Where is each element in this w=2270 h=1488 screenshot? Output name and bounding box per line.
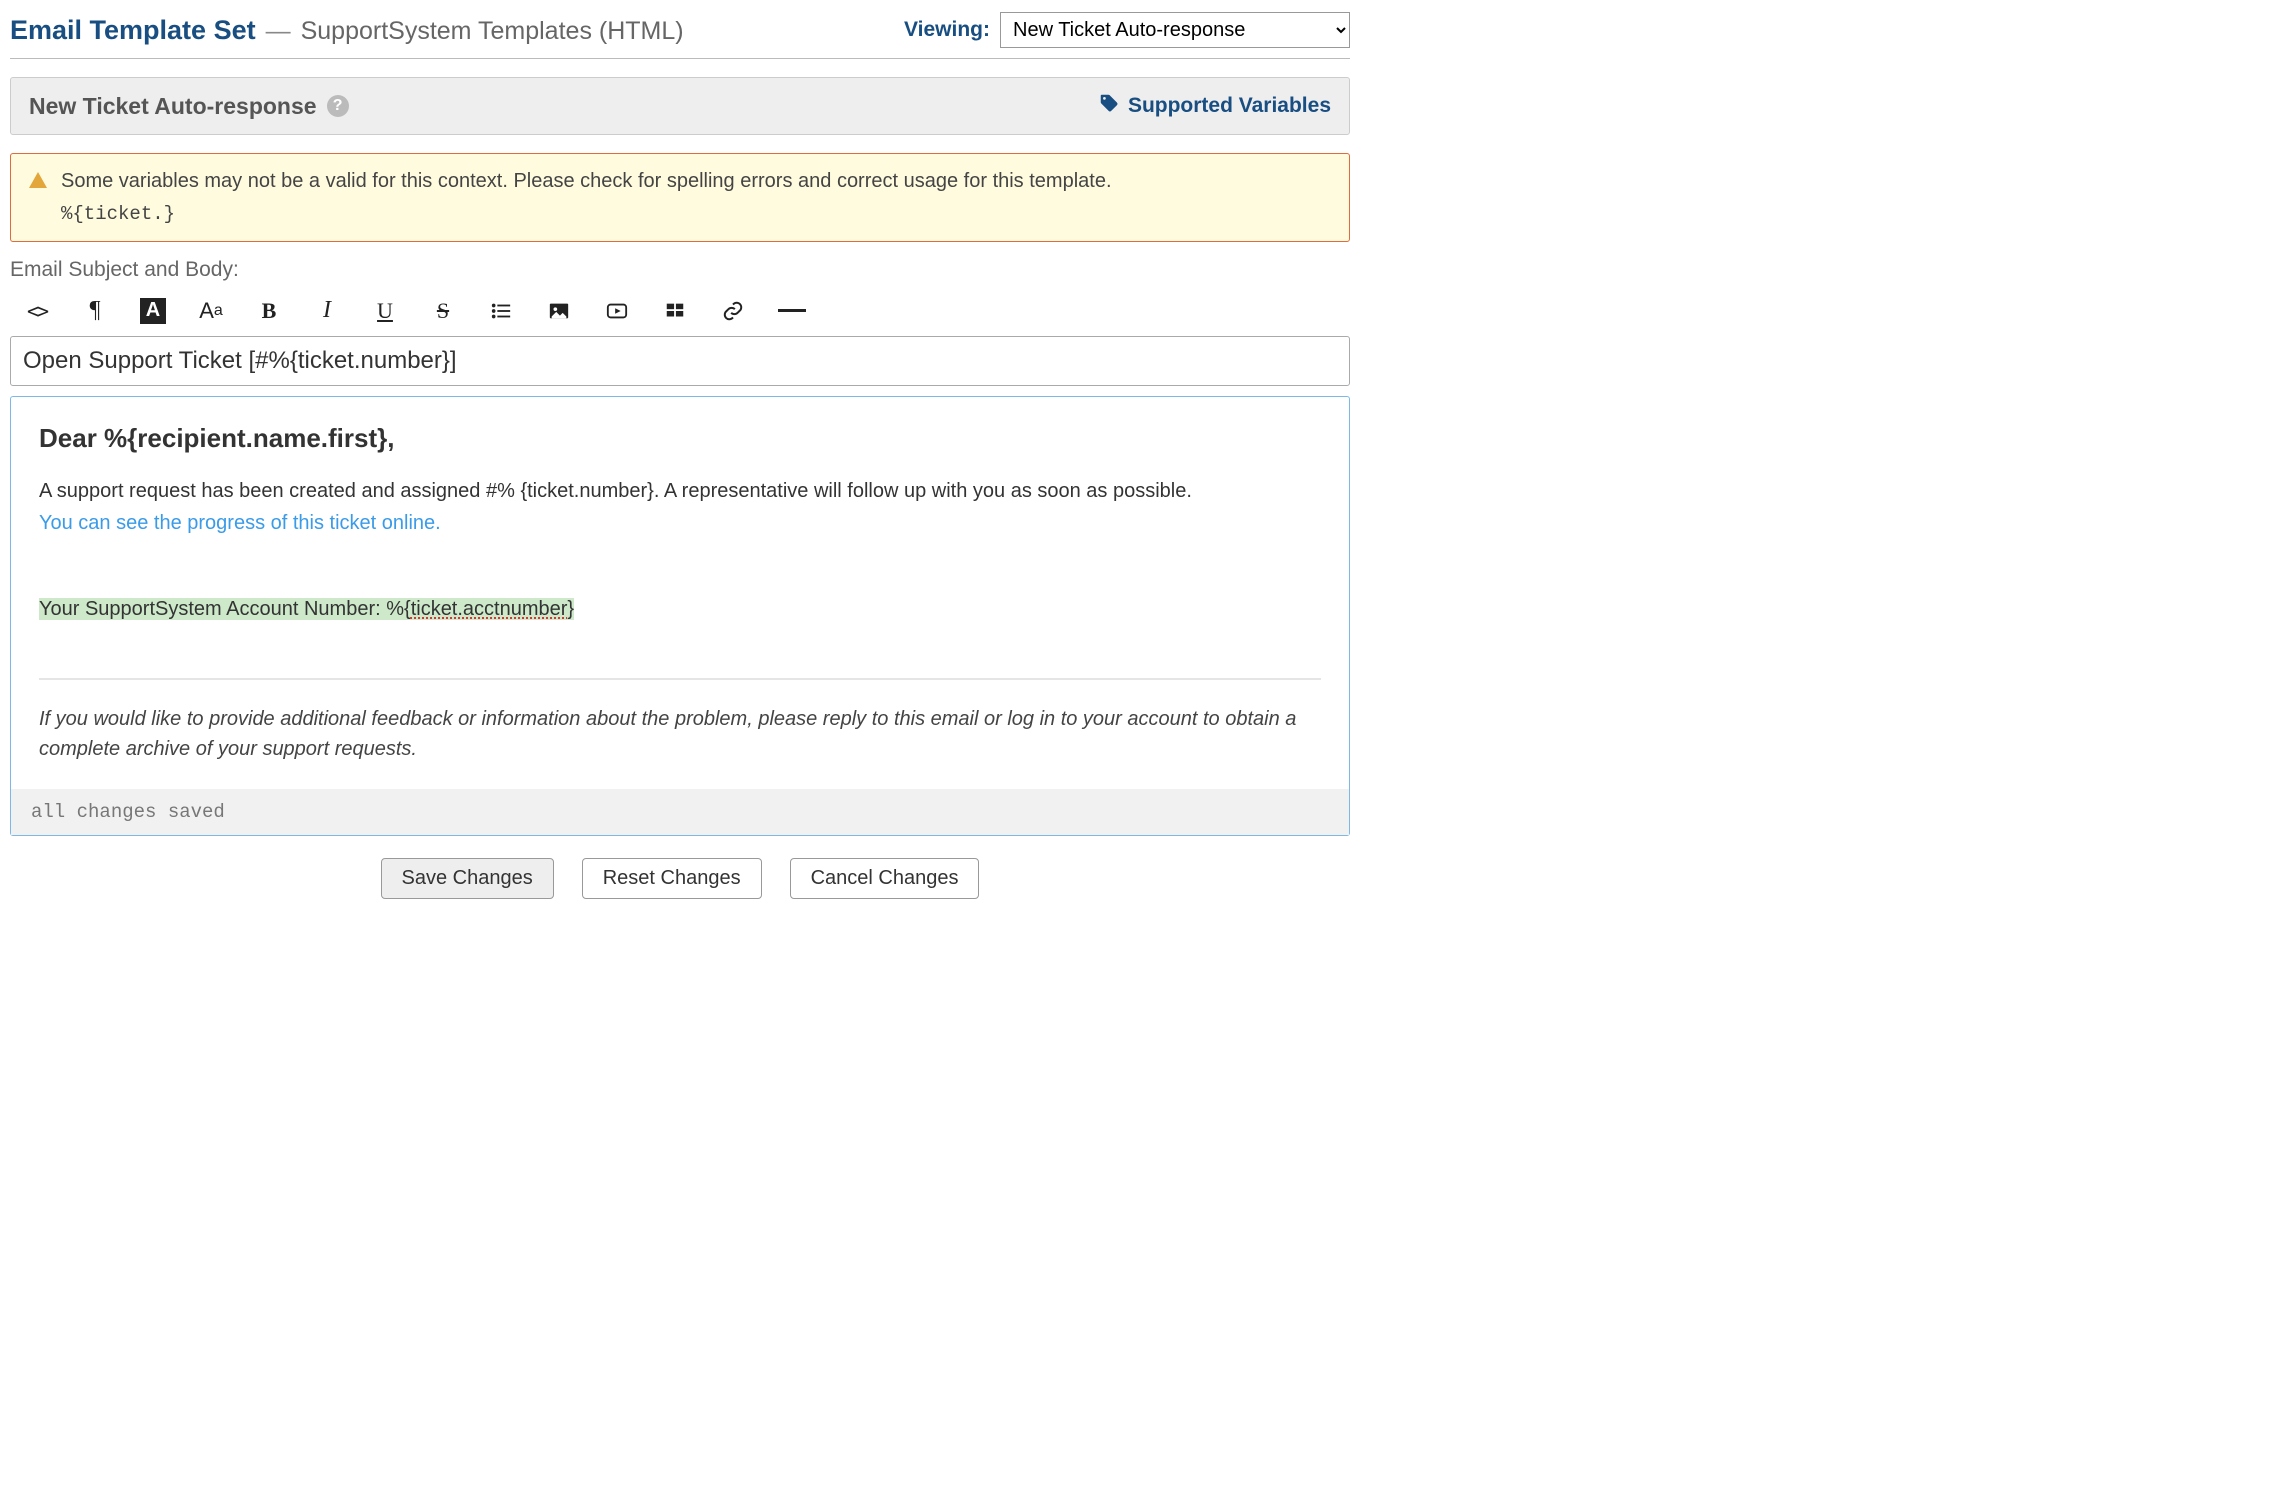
help-icon[interactable]: ? [327, 95, 349, 117]
table-icon[interactable] [662, 298, 688, 324]
horizontal-rule-icon[interactable] [778, 298, 806, 324]
template-name: New Ticket Auto-response [29, 93, 317, 120]
body-progress-link[interactable]: You can see the progress of this ticket … [39, 512, 441, 534]
tag-icon [1098, 92, 1120, 120]
video-icon[interactable] [604, 298, 630, 324]
page-header: Email Template Set — SupportSystem Templ… [10, 12, 1350, 58]
font-case-icon[interactable]: Aa [198, 298, 224, 324]
subject-input[interactable] [10, 336, 1350, 386]
page-subtitle: SupportSystem Templates (HTML) [301, 17, 684, 46]
text-color-icon[interactable]: A [140, 298, 166, 324]
body-greeting[interactable]: Dear %{recipient.name.first}, [39, 419, 1321, 458]
body-footnote[interactable]: If you would like to provide additional … [39, 704, 1321, 764]
paragraph-style-icon[interactable]: ¶ [82, 298, 108, 324]
strikethrough-icon[interactable]: S [430, 298, 456, 324]
code-view-icon[interactable]: <> [24, 298, 50, 324]
body-paragraph-1[interactable]: A support request has been created and a… [39, 480, 1192, 502]
body-account-variable[interactable]: ticket.acctnumber [411, 598, 568, 620]
viewing-label: Viewing: [904, 18, 990, 42]
page-title: Email Template Set [10, 15, 256, 46]
editor-section-label: Email Subject and Body: [10, 258, 1350, 282]
image-icon[interactable] [546, 298, 572, 324]
list-icon[interactable] [488, 298, 514, 324]
save-button[interactable]: Save Changes [381, 858, 554, 899]
cancel-button[interactable]: Cancel Changes [790, 858, 980, 899]
warning-icon [29, 172, 47, 188]
bold-icon[interactable]: B [256, 298, 282, 324]
body-editor[interactable]: Dear %{recipient.name.first}, A support … [10, 396, 1350, 836]
header-divider [10, 58, 1350, 59]
body-divider [39, 678, 1321, 680]
italic-icon[interactable]: I [314, 298, 340, 324]
title-separator: — [266, 17, 291, 46]
underline-icon[interactable]: U [372, 298, 398, 324]
warning-banner: Some variables may not be a valid for th… [10, 153, 1350, 242]
warning-code: %{ticket.} [61, 200, 1112, 229]
body-account-line[interactable]: Your SupportSystem Account Number: %{tic… [39, 598, 574, 620]
footer-buttons: Save Changes Reset Changes Cancel Change… [10, 858, 1350, 899]
supported-variables-link[interactable]: Supported Variables [1128, 94, 1331, 118]
template-panel-header: New Ticket Auto-response ? Supported Var… [10, 77, 1350, 135]
link-icon[interactable] [720, 298, 746, 324]
editor-status-bar: all changes saved [11, 789, 1349, 835]
body-content[interactable]: Dear %{recipient.name.first}, A support … [11, 397, 1349, 789]
warning-message: Some variables may not be a valid for th… [61, 170, 1112, 192]
reset-button[interactable]: Reset Changes [582, 858, 762, 899]
viewing-select[interactable]: New Ticket Auto-response [1000, 12, 1350, 48]
editor-toolbar: <> ¶ A Aa B I U S [10, 290, 1350, 336]
